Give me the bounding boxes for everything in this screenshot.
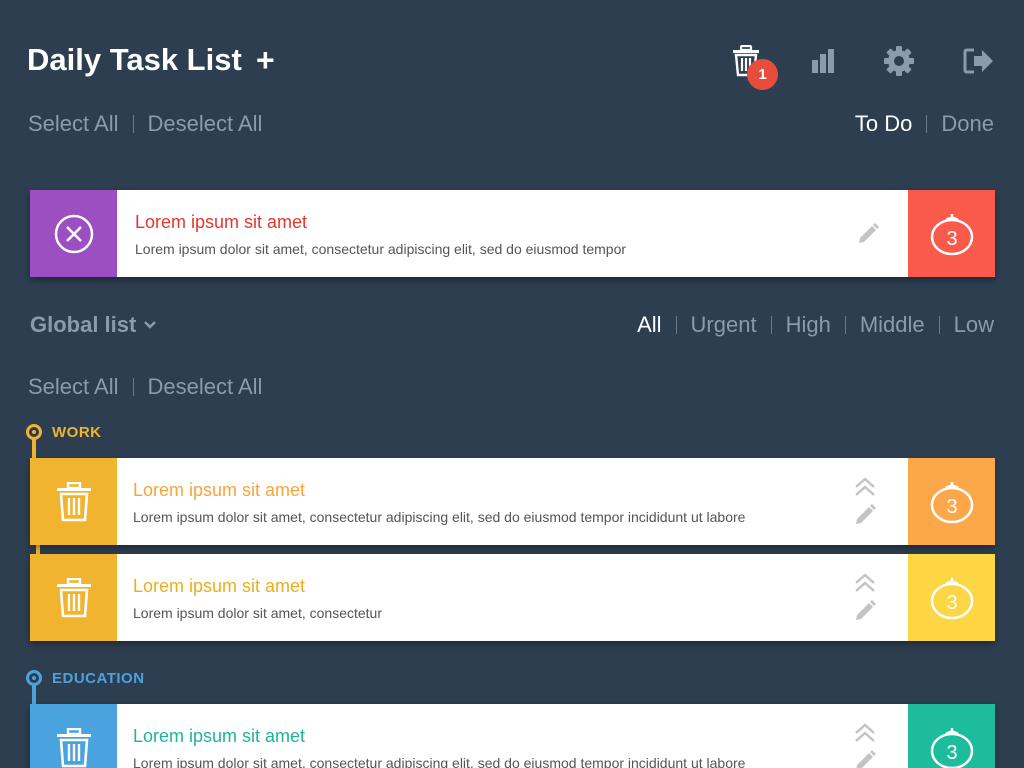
category-marker-education xyxy=(26,670,42,708)
selection-links-top: Select All Deselect All xyxy=(28,111,262,137)
edit-task-button[interactable] xyxy=(853,503,877,527)
tomato-icon: 3 xyxy=(930,481,973,523)
raise-priority-button[interactable] xyxy=(853,475,877,499)
pomodoro-counter[interactable]: 3 xyxy=(908,458,995,545)
chevrons-up-icon xyxy=(855,723,875,742)
deselect-all-link[interactable]: Deselect All xyxy=(148,374,263,400)
dismiss-task-button[interactable] xyxy=(30,190,117,277)
edit-task-button[interactable] xyxy=(853,749,877,768)
task-description: Lorem ipsum dolor sit amet, consectetur … xyxy=(135,241,627,257)
add-task-button[interactable]: + xyxy=(256,40,282,80)
selection-links-list: Select All Deselect All xyxy=(28,374,262,400)
delete-task-button[interactable] xyxy=(30,554,117,641)
tomato-icon: 3 xyxy=(930,727,973,768)
pencil-icon xyxy=(856,750,876,768)
delete-task-button[interactable] xyxy=(30,704,117,768)
task-card[interactable]: Lorem ipsum sit amet Lorem ipsum dolor s… xyxy=(30,554,995,641)
divider xyxy=(132,378,134,396)
chevrons-up-icon xyxy=(855,573,875,592)
priority-all[interactable]: All xyxy=(637,312,661,338)
status-tabs: To Do Done xyxy=(855,111,994,137)
pomodoro-counter[interactable]: 3 xyxy=(908,190,995,277)
tomato-icon: 3 xyxy=(930,577,973,619)
global-list-dropdown[interactable]: Global list xyxy=(30,312,157,338)
category-label-education: EDUCATION xyxy=(52,670,145,687)
priority-filter: All Urgent High Middle Low xyxy=(637,312,994,338)
priority-high[interactable]: High xyxy=(786,312,831,338)
priority-middle[interactable]: Middle xyxy=(860,312,925,338)
gear-icon xyxy=(884,46,914,76)
logout-icon xyxy=(963,48,993,74)
divider xyxy=(844,316,846,334)
divider xyxy=(132,115,134,133)
edit-task-button[interactable] xyxy=(853,599,877,623)
category-label-work: WORK xyxy=(52,424,102,441)
app-title: Daily Task List xyxy=(27,42,242,77)
trash-icon xyxy=(56,577,91,617)
bar-chart-icon xyxy=(812,49,834,73)
pomodoro-counter[interactable]: 3 xyxy=(908,554,995,641)
trash-count-badge: 1 xyxy=(747,59,778,90)
pencil-icon xyxy=(859,223,879,243)
trash-icon xyxy=(56,727,91,767)
pomodoro-count: 3 xyxy=(946,496,957,518)
pomodoro-counter[interactable]: 3 xyxy=(908,704,995,768)
settings-button[interactable] xyxy=(881,43,917,79)
trash-icon xyxy=(56,481,91,521)
divider xyxy=(926,115,928,133)
featured-task-card[interactable]: Lorem ipsum sit amet Lorem ipsum dolor s… xyxy=(30,190,995,277)
task-title: Lorem ipsum sit amet xyxy=(133,726,306,746)
delete-task-button[interactable] xyxy=(30,458,117,545)
close-circle-icon xyxy=(54,214,93,253)
task-card[interactable]: Lorem ipsum sit amet Lorem ipsum dolor s… xyxy=(30,704,995,768)
priority-low[interactable]: Low xyxy=(954,312,994,338)
divider xyxy=(675,316,677,334)
task-description: Lorem ipsum dolor sit amet, consectetur … xyxy=(133,509,746,525)
task-title: Lorem ipsum sit amet xyxy=(135,212,308,232)
task-card[interactable]: Lorem ipsum sit amet Lorem ipsum dolor s… xyxy=(30,458,995,545)
pencil-icon xyxy=(856,504,876,524)
tomato-icon: 3 xyxy=(930,213,973,255)
tab-todo[interactable]: To Do xyxy=(855,111,912,137)
pomodoro-count: 3 xyxy=(946,228,957,250)
pencil-icon xyxy=(856,600,876,620)
task-description: Lorem ipsum dolor sit amet, consectetur xyxy=(133,605,382,621)
global-list-label: Global list xyxy=(30,312,137,337)
select-all-link[interactable]: Select All xyxy=(28,374,119,400)
pomodoro-count: 3 xyxy=(946,592,957,614)
select-all-link[interactable]: Select All xyxy=(28,111,119,137)
deselect-all-link[interactable]: Deselect All xyxy=(148,111,263,137)
edit-task-button[interactable] xyxy=(856,222,880,246)
chevrons-up-icon xyxy=(855,477,875,496)
divider xyxy=(770,316,772,334)
tab-done[interactable]: Done xyxy=(941,111,994,137)
logout-button[interactable] xyxy=(960,43,996,79)
category-marker-work xyxy=(26,424,42,462)
task-title: Lorem ipsum sit amet xyxy=(133,480,306,500)
task-description: Lorem ipsum dolor sit amet, consectetur … xyxy=(133,755,746,768)
divider xyxy=(938,316,940,334)
priority-urgent[interactable]: Urgent xyxy=(691,312,757,338)
stats-button[interactable] xyxy=(805,43,841,79)
raise-priority-button[interactable] xyxy=(853,721,877,745)
pomodoro-count: 3 xyxy=(946,742,957,764)
chevron-down-icon xyxy=(144,321,157,329)
task-title: Lorem ipsum sit amet xyxy=(133,576,306,596)
raise-priority-button[interactable] xyxy=(853,571,877,595)
